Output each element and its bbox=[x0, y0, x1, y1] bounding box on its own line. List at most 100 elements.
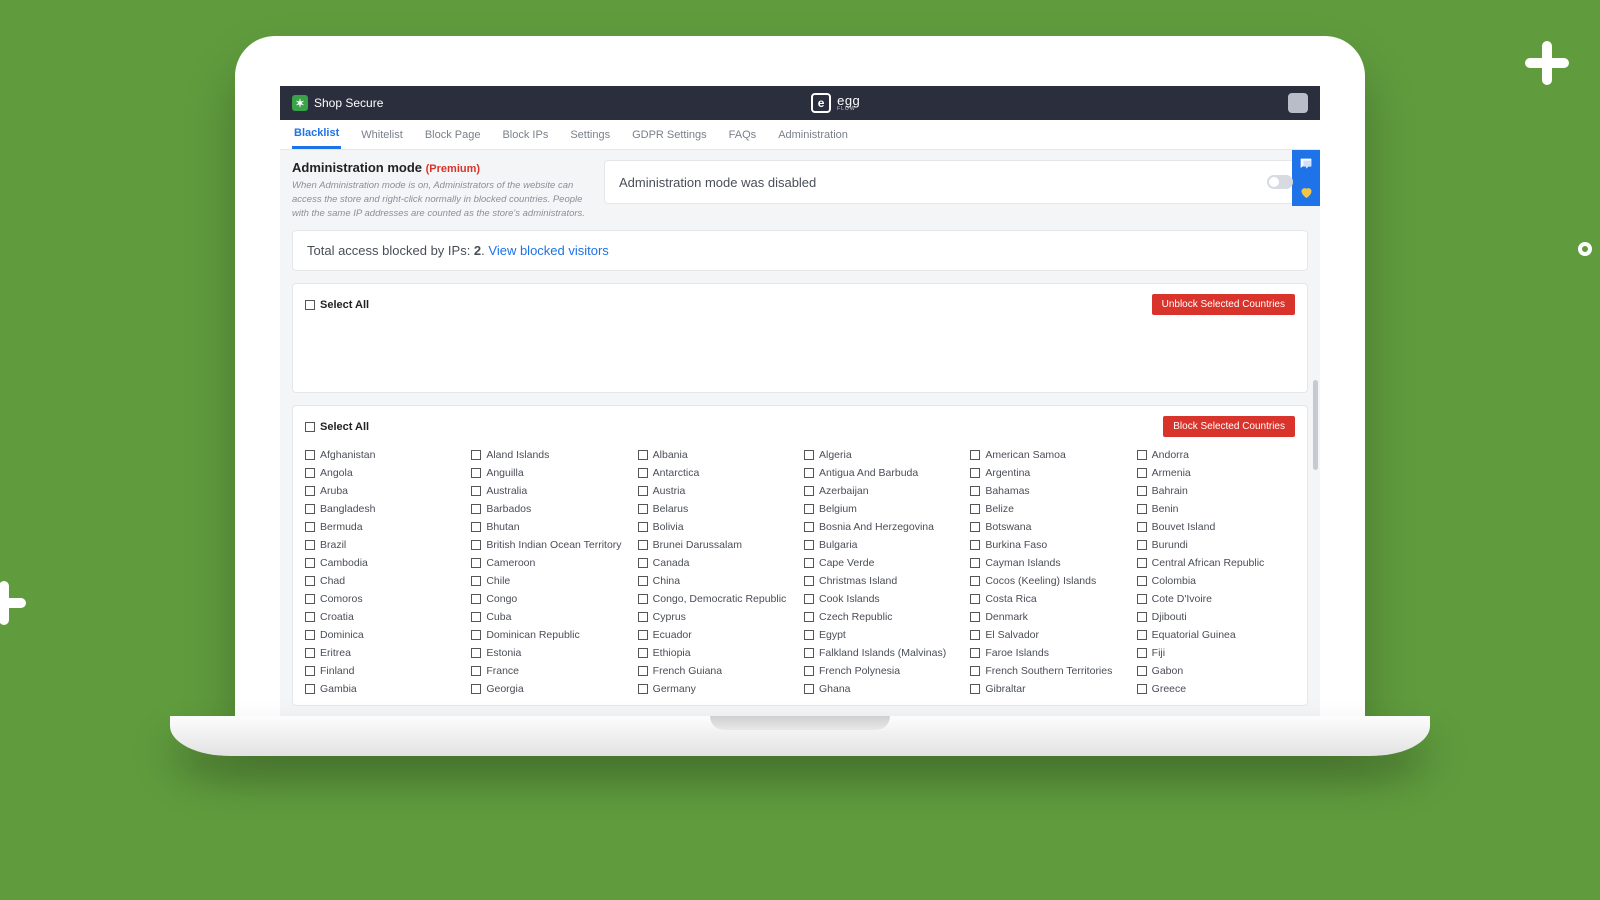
view-blocked-link[interactable]: View blocked visitors bbox=[488, 243, 608, 258]
checkbox-icon[interactable] bbox=[471, 666, 481, 676]
unblock-selected-button[interactable]: Unblock Selected Countries bbox=[1152, 294, 1295, 315]
checkbox-icon[interactable] bbox=[471, 684, 481, 694]
country-item[interactable]: Congo bbox=[471, 593, 629, 605]
country-item[interactable]: Botswana bbox=[970, 521, 1128, 533]
checkbox-icon[interactable] bbox=[970, 468, 980, 478]
checkbox-icon[interactable] bbox=[804, 666, 814, 676]
country-item[interactable]: Canada bbox=[638, 557, 796, 569]
checkbox-icon[interactable] bbox=[970, 684, 980, 694]
checkbox-icon[interactable] bbox=[970, 450, 980, 460]
checkbox-icon[interactable] bbox=[970, 486, 980, 496]
country-item[interactable]: Cook Islands bbox=[804, 593, 962, 605]
checkbox-icon[interactable] bbox=[638, 504, 648, 514]
country-item[interactable]: Bulgaria bbox=[804, 539, 962, 551]
checkbox-icon[interactable] bbox=[471, 576, 481, 586]
checkbox-icon[interactable] bbox=[638, 540, 648, 550]
country-item[interactable]: Djibouti bbox=[1137, 611, 1295, 623]
checkbox-icon[interactable] bbox=[1137, 558, 1147, 568]
checkbox-icon[interactable] bbox=[970, 630, 980, 640]
country-item[interactable]: Eritrea bbox=[305, 647, 463, 659]
avatar[interactable] bbox=[1288, 93, 1308, 113]
country-item[interactable]: Anguilla bbox=[471, 467, 629, 479]
select-all-blocked[interactable]: Select All bbox=[305, 299, 369, 311]
country-item[interactable]: Australia bbox=[471, 485, 629, 497]
country-item[interactable]: Armenia bbox=[1137, 467, 1295, 479]
country-item[interactable]: Ghana bbox=[804, 683, 962, 695]
country-item[interactable]: Afghanistan bbox=[305, 449, 463, 461]
country-item[interactable]: Cote D'Ivoire bbox=[1137, 593, 1295, 605]
checkbox-icon[interactable] bbox=[305, 486, 315, 496]
country-item[interactable]: Chad bbox=[305, 575, 463, 587]
checkbox-icon[interactable] bbox=[804, 594, 814, 604]
checkbox-icon[interactable] bbox=[804, 576, 814, 586]
country-item[interactable]: Burundi bbox=[1137, 539, 1295, 551]
checkbox-icon[interactable] bbox=[970, 594, 980, 604]
country-item[interactable]: Belgium bbox=[804, 503, 962, 515]
checkbox-icon[interactable] bbox=[305, 630, 315, 640]
country-item[interactable]: Cyprus bbox=[638, 611, 796, 623]
checkbox-icon[interactable] bbox=[471, 468, 481, 478]
country-item[interactable]: Azerbaijan bbox=[804, 485, 962, 497]
country-item[interactable]: Burkina Faso bbox=[970, 539, 1128, 551]
tab-block-page[interactable]: Block Page bbox=[423, 120, 483, 149]
country-item[interactable]: Belarus bbox=[638, 503, 796, 515]
checkbox-icon[interactable] bbox=[471, 504, 481, 514]
tab-blacklist[interactable]: Blacklist bbox=[292, 120, 341, 149]
country-item[interactable]: Bangladesh bbox=[305, 503, 463, 515]
checkbox-icon[interactable] bbox=[305, 450, 315, 460]
checkbox-icon[interactable] bbox=[305, 666, 315, 676]
country-item[interactable]: France bbox=[471, 665, 629, 677]
checkbox-icon[interactable] bbox=[970, 648, 980, 658]
checkbox-icon[interactable] bbox=[471, 612, 481, 622]
country-item[interactable]: El Salvador bbox=[970, 629, 1128, 641]
tab-gdpr-settings[interactable]: GDPR Settings bbox=[630, 120, 709, 149]
checkbox-icon[interactable] bbox=[471, 522, 481, 532]
country-item[interactable]: Brazil bbox=[305, 539, 463, 551]
checkbox-icon[interactable] bbox=[638, 468, 648, 478]
country-item[interactable]: Faroe Islands bbox=[970, 647, 1128, 659]
checkbox-icon[interactable] bbox=[970, 558, 980, 568]
checkbox-icon[interactable] bbox=[305, 612, 315, 622]
checkbox-icon[interactable] bbox=[1137, 594, 1147, 604]
country-item[interactable]: Falkland Islands (Malvinas) bbox=[804, 647, 962, 659]
country-item[interactable]: Antigua And Barbuda bbox=[804, 467, 962, 479]
country-item[interactable]: Czech Republic bbox=[804, 611, 962, 623]
checkbox-icon[interactable] bbox=[1137, 576, 1147, 586]
checkbox-icon[interactable] bbox=[638, 522, 648, 532]
checkbox-icon[interactable] bbox=[804, 648, 814, 658]
country-item[interactable]: Belize bbox=[970, 503, 1128, 515]
country-item[interactable]: Bosnia And Herzegovina bbox=[804, 521, 962, 533]
country-item[interactable]: Croatia bbox=[305, 611, 463, 623]
checkbox-icon[interactable] bbox=[638, 594, 648, 604]
country-item[interactable]: Central African Republic bbox=[1137, 557, 1295, 569]
checkbox-icon[interactable] bbox=[305, 422, 315, 432]
country-item[interactable]: Cape Verde bbox=[804, 557, 962, 569]
country-item[interactable]: Comoros bbox=[305, 593, 463, 605]
checkbox-icon[interactable] bbox=[471, 648, 481, 658]
checkbox-icon[interactable] bbox=[305, 648, 315, 658]
country-item[interactable]: Cameroon bbox=[471, 557, 629, 569]
checkbox-icon[interactable] bbox=[1137, 468, 1147, 478]
checkbox-icon[interactable] bbox=[305, 540, 315, 550]
country-item[interactable]: Brunei Darussalam bbox=[638, 539, 796, 551]
checkbox-icon[interactable] bbox=[1137, 486, 1147, 496]
checkbox-icon[interactable] bbox=[305, 504, 315, 514]
checkbox-icon[interactable] bbox=[1137, 522, 1147, 532]
tab-faqs[interactable]: FAQs bbox=[727, 120, 759, 149]
checkbox-icon[interactable] bbox=[804, 612, 814, 622]
country-item[interactable]: Cambodia bbox=[305, 557, 463, 569]
country-item[interactable]: Andorra bbox=[1137, 449, 1295, 461]
checkbox-icon[interactable] bbox=[1137, 612, 1147, 622]
checkbox-icon[interactable] bbox=[970, 666, 980, 676]
country-item[interactable]: Egypt bbox=[804, 629, 962, 641]
country-item[interactable]: French Guiana bbox=[638, 665, 796, 677]
country-item[interactable]: Gambia bbox=[305, 683, 463, 695]
country-item[interactable]: Bouvet Island bbox=[1137, 521, 1295, 533]
country-item[interactable]: Antarctica bbox=[638, 467, 796, 479]
checkbox-icon[interactable] bbox=[804, 486, 814, 496]
country-item[interactable]: Dominican Republic bbox=[471, 629, 629, 641]
checkbox-icon[interactable] bbox=[638, 630, 648, 640]
checkbox-icon[interactable] bbox=[638, 576, 648, 586]
checkbox-icon[interactable] bbox=[804, 540, 814, 550]
country-item[interactable]: Chile bbox=[471, 575, 629, 587]
